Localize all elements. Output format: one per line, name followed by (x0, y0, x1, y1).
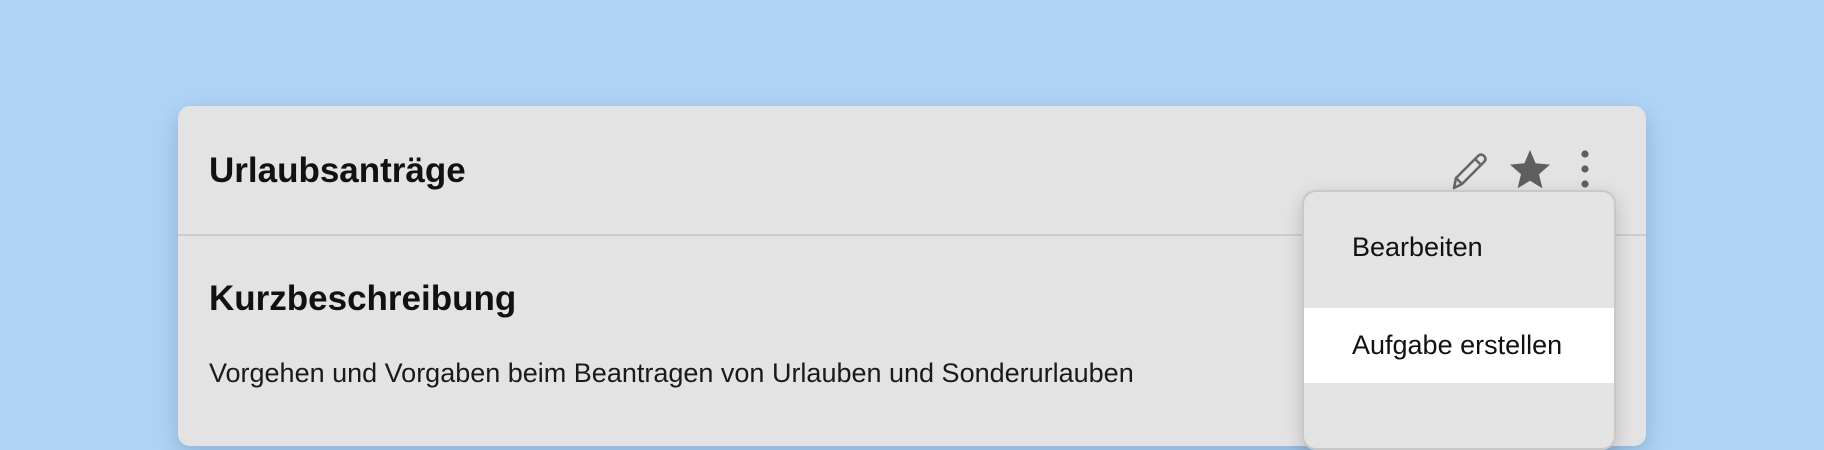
more-vertical-icon (1581, 150, 1589, 188)
section-description: Vorgehen und Vorgaben beim Beantragen vo… (209, 358, 1134, 388)
star-icon (1510, 150, 1550, 189)
section-title: Kurzbeschreibung (209, 279, 517, 318)
more-options-button[interactable] (1561, 146, 1609, 194)
menu-item-edit[interactable]: Bearbeiten (1304, 210, 1614, 285)
pencil-icon (1452, 153, 1487, 190)
page-title: Urlaubsanträge (209, 151, 466, 190)
menu-item-create-task[interactable]: Aufgabe erstellen (1304, 308, 1614, 383)
favorite-button[interactable] (1506, 146, 1554, 194)
actions-dropdown-menu: Bearbeiten Aufgabe erstellen (1302, 190, 1616, 450)
edit-button[interactable] (1444, 146, 1492, 194)
